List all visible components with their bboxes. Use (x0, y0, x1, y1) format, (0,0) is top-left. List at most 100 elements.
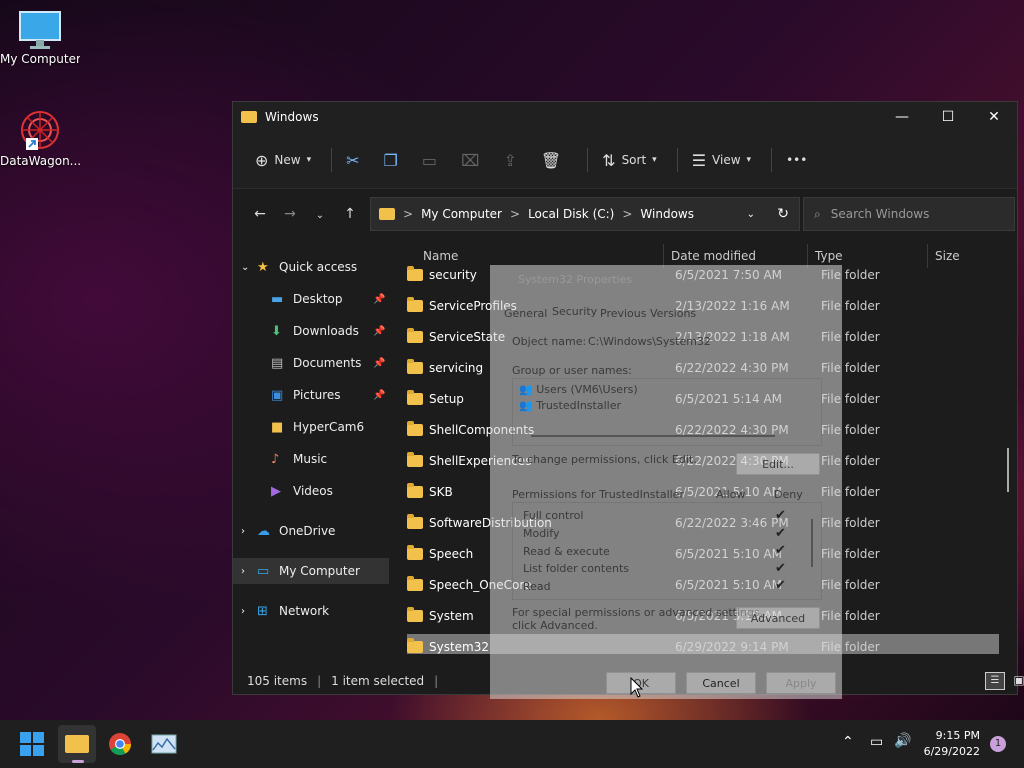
chevron-up-icon[interactable]: ⌃ (842, 734, 854, 750)
sidebar-item-music[interactable]: ♪ Music (271, 446, 327, 472)
folder-icon (407, 638, 423, 653)
system-clock[interactable]: 9:15 PM 6/29/2022 (924, 728, 980, 760)
more-options-button[interactable]: ••• (780, 144, 813, 176)
breadcrumb-local-disk[interactable]: Local Disk (C:) (528, 207, 614, 221)
back-button[interactable]: ← (245, 206, 275, 222)
address-bar[interactable]: > My Computer > Local Disk (C:) > Window… (370, 197, 800, 231)
title-bar[interactable]: Windows — ☐ ✕ (233, 102, 1017, 132)
sidebar-item-label: Music (293, 452, 328, 466)
delete-button[interactable]: 🗑 (535, 144, 573, 176)
music-note-icon: ♪ (271, 451, 280, 467)
up-button[interactable]: ↑ (335, 206, 365, 222)
permission-item: List folder contents (523, 562, 629, 575)
sidebar-item-label: Downloads (293, 324, 359, 338)
copy-button[interactable]: ❐ (378, 144, 410, 176)
breadcrumb-separator: > (510, 207, 521, 221)
tab-previous-versions[interactable]: Previous Versions (600, 307, 696, 320)
status-divider: | (317, 674, 322, 688)
address-dropdown-icon[interactable]: ⌄ (747, 209, 755, 220)
pin-icon[interactable]: 📌 (373, 326, 385, 337)
new-button[interactable]: ⊕ New ▾ (249, 144, 317, 176)
taskbar-chrome[interactable] (104, 728, 136, 760)
sidebar-item-hypercam6[interactable]: ■ HyperCam6 (271, 414, 364, 440)
user-item-label: TrustedInstaller (536, 399, 621, 412)
sidebar-onedrive[interactable]: › ☁ OneDrive (241, 518, 335, 544)
sidebar-item-downloads[interactable]: ⬇ Downloads (271, 318, 359, 344)
vertical-scrollbar[interactable] (1007, 448, 1009, 492)
search-box[interactable]: ⌕ Search Windows (803, 197, 1015, 231)
forward-button[interactable]: → (275, 206, 305, 222)
pin-icon[interactable]: 📌 (373, 294, 385, 305)
breadcrumb-my-computer[interactable]: My Computer (421, 207, 502, 221)
taskbar-photo-app[interactable] (148, 728, 180, 760)
maximize-button[interactable]: ☐ (925, 102, 971, 132)
permissions-scrollbar[interactable] (811, 519, 813, 567)
refresh-icon[interactable]: ↻ (777, 206, 789, 222)
chevron-right-icon: › (241, 605, 245, 617)
listbox-scrollbar[interactable] (531, 435, 775, 437)
sidebar-network[interactable]: › ⊞ Network (241, 598, 329, 624)
folder-icon (407, 359, 423, 374)
desktop-icon-my-computer[interactable]: My Computer (0, 10, 80, 66)
rename-button[interactable]: ⌧ (455, 144, 491, 176)
start-button[interactable] (16, 728, 48, 760)
sidebar-item-label: OneDrive (279, 524, 336, 538)
desktop-icon-datawagon[interactable]: DataWagon... (0, 108, 80, 168)
navigation-pane: ⌄ ★ Quick access ▬ Desktop 📌 ⬇ Downloads… (233, 244, 391, 670)
datawagon-logo-icon (21, 111, 59, 150)
object-name-value: C:\Windows\System32 (588, 335, 711, 348)
minimize-button[interactable]: — (879, 102, 925, 132)
cancel-button[interactable]: Cancel (686, 672, 756, 694)
folder-icon (407, 483, 423, 498)
folder-icon (407, 452, 423, 467)
view-button[interactable]: ☰ View ▾ (686, 144, 757, 176)
toolbar-divider (771, 148, 773, 172)
arrow-right-icon: → (284, 206, 296, 222)
network-status-icon[interactable]: ▭ (870, 734, 883, 750)
sidebar-item-desktop[interactable]: ▬ Desktop (271, 286, 343, 312)
pin-icon[interactable]: 📌 (373, 390, 385, 401)
advanced-button[interactable]: Advanced (736, 607, 820, 629)
change-permissions-text: To change permissions, click Edit. (512, 453, 697, 466)
edit-button[interactable]: Edit... (736, 453, 820, 475)
clock-date: 6/29/2022 (923, 745, 980, 758)
checkmark-icon: ✔ (775, 543, 786, 558)
sidebar-item-pictures[interactable]: ▣ Pictures (271, 382, 341, 408)
sidebar-my-computer[interactable]: › ▭ My Computer (233, 558, 389, 584)
breadcrumb-windows[interactable]: Windows (640, 207, 694, 221)
properties-dialog[interactable]: System32 Properties General Security Pre… (490, 265, 842, 699)
sidebar-quick-access[interactable]: ⌄ ★ Quick access (241, 254, 357, 280)
paste-button[interactable]: ▭ (416, 144, 449, 176)
selected-count: 1 item selected (331, 674, 425, 688)
close-button[interactable]: ✕ (971, 102, 1017, 132)
chevron-down-icon: ▾ (746, 155, 752, 165)
details-view-button[interactable]: ☰ (985, 672, 1005, 690)
sort-button[interactable]: ⇅ Sort ▾ (596, 144, 663, 176)
picture-icon: ▣ (271, 387, 284, 403)
share-icon: ⇪ (503, 150, 517, 170)
tab-general[interactable]: General (504, 307, 547, 320)
group-listbox[interactable]: 👥 Users (VM6\Users) 👥 TrustedInstaller (512, 378, 822, 446)
user-item[interactable]: 👥 Users (VM6\Users) (519, 383, 638, 396)
recent-locations-button[interactable]: ⌄ (305, 206, 335, 222)
volume-icon[interactable]: 🔊 (894, 733, 911, 749)
taskbar-file-explorer[interactable] (58, 725, 96, 763)
tab-security[interactable]: Security (552, 305, 597, 318)
users-icon: 👥 (519, 383, 533, 396)
computer-icon: ▭ (257, 563, 270, 579)
share-button[interactable]: ⇪ (497, 144, 528, 176)
taskbar: ⌃ ▭ 🔊 9:15 PM 6/29/2022 1 (0, 720, 1024, 768)
sidebar-item-videos[interactable]: ▶ Videos (271, 478, 333, 504)
sidebar-item-documents[interactable]: ▤ Documents (271, 350, 361, 376)
cut-button[interactable]: ✂ (340, 144, 371, 176)
allow-header: Allow (716, 488, 746, 501)
pin-icon[interactable]: 📌 (373, 358, 385, 369)
apply-button[interactable]: Apply (766, 672, 836, 694)
clock-time: 9:15 PM (935, 729, 980, 742)
tiles-view-button[interactable]: ▣ (1011, 672, 1024, 688)
user-item[interactable]: 👥 TrustedInstaller (519, 399, 621, 412)
notification-badge[interactable]: 1 (990, 736, 1006, 752)
copy-icon: ❐ (383, 150, 398, 170)
monitor-icon (19, 11, 61, 49)
clipboard-icon: ▭ (421, 150, 437, 170)
